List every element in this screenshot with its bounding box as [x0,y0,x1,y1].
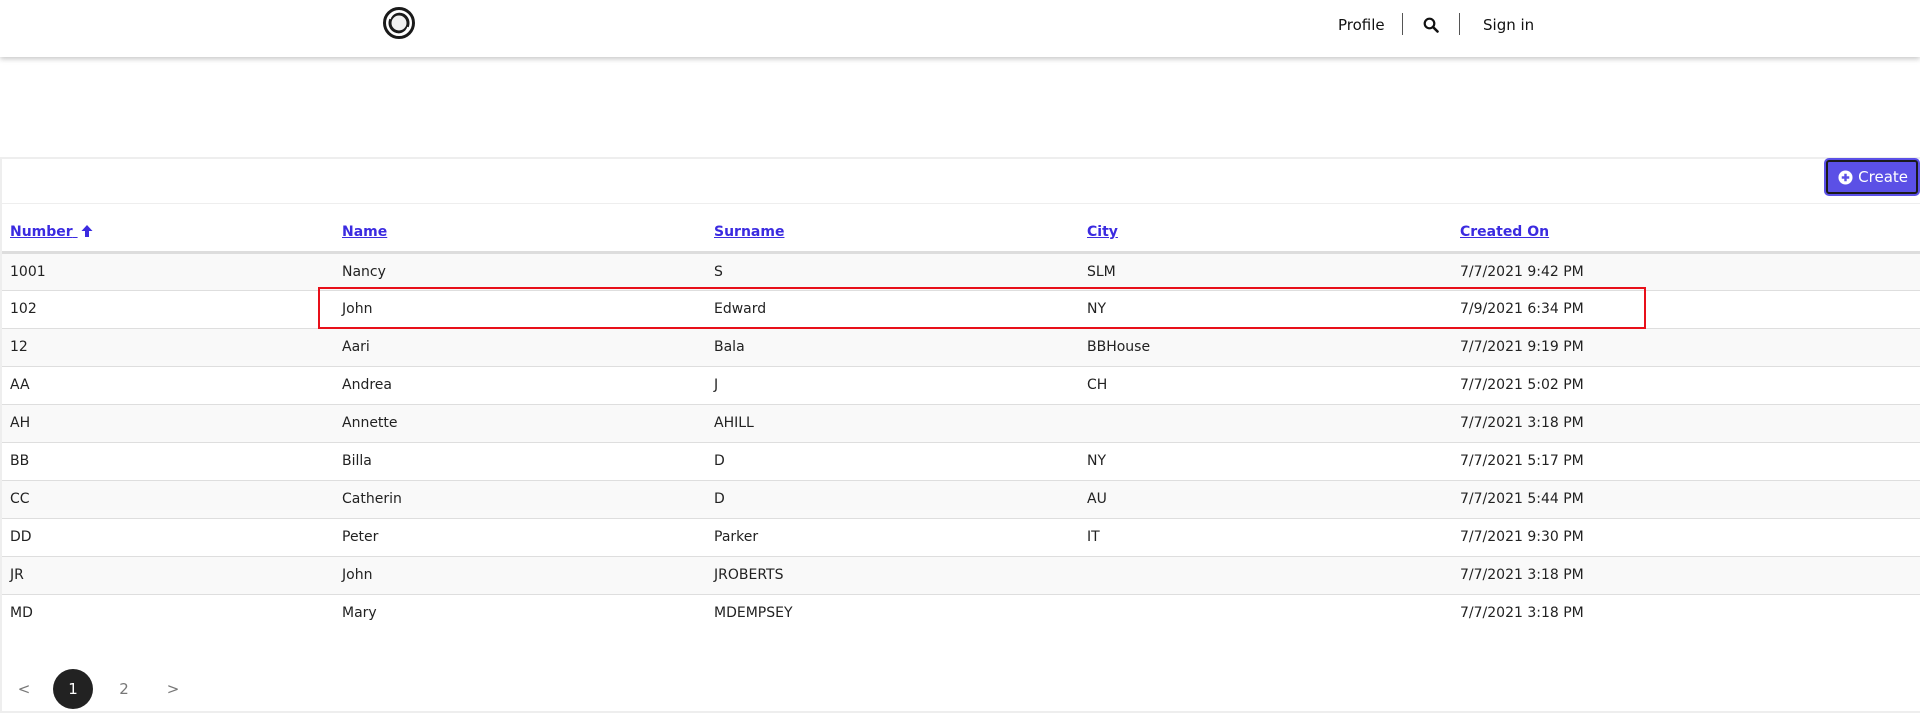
cell-surname: D [706,442,1079,481]
table-row[interactable]: AA Andrea J CH 7/7/2021 5:02 PM [2,366,1920,405]
cell-city: SLM [1079,252,1452,291]
cell-name: John [334,290,706,329]
nav-divider [1459,13,1460,35]
table-row[interactable]: DD Peter Parker IT 7/7/2021 9:30 PM [2,518,1920,557]
table-row[interactable]: 102 John Edward NY 7/9/2021 6:34 PM [2,290,1920,329]
column-header-name: Name [334,204,706,254]
cell-created-on: 7/7/2021 3:18 PM [1452,404,1920,443]
cell-city: NY [1079,290,1452,329]
cell-number: MD [2,594,334,632]
cell-surname: D [706,480,1079,519]
cell-surname: JROBERTS [706,556,1079,595]
sort-by-number-link[interactable]: Number [10,224,93,240]
plus-circle-icon [1838,169,1853,185]
cell-name: Annette [334,404,706,443]
table-header-row: Number Name Surname City Created On [2,204,1920,254]
create-button-label: Create [1858,168,1908,186]
pagination: < 1 2 > [2,669,302,709]
cell-created-on: 7/7/2021 5:44 PM [1452,480,1920,519]
cell-name: Catherin [334,480,706,519]
cell-city: CH [1079,366,1452,405]
sort-by-city-link[interactable]: City [1087,224,1118,240]
cell-surname: J [706,366,1079,405]
records-table: Number Name Surname City Created On 1001… [2,204,1920,632]
cell-number: 102 [2,290,334,329]
search-button[interactable] [1423,0,1439,50]
cell-surname: Bala [706,328,1079,367]
cell-name: Andrea [334,366,706,405]
cell-city: BBHouse [1079,328,1452,367]
cell-created-on: 7/7/2021 3:18 PM [1452,594,1920,632]
cell-city: NY [1079,442,1452,481]
cell-city: AU [1079,480,1452,519]
table-row[interactable]: AH Annette AHILL 7/7/2021 3:18 PM [2,404,1920,443]
cell-number: CC [2,480,334,519]
cell-number: AH [2,404,334,443]
ring-logo-icon[interactable] [382,6,416,40]
cell-name: Aari [334,328,706,367]
records-panel: Create Number Name Surname City Created … [0,157,1920,713]
next-page-button[interactable]: > [165,669,181,709]
cell-created-on: 7/7/2021 5:02 PM [1452,366,1920,405]
cell-number: BB [2,442,334,481]
sort-by-created-on-link[interactable]: Created On [1460,224,1549,240]
cell-created-on: 7/7/2021 5:17 PM [1452,442,1920,481]
column-header-city: City [1079,204,1452,254]
cell-name: Mary [334,594,706,632]
cell-name: Nancy [334,252,706,291]
sort-by-surname-link[interactable]: Surname [714,224,784,240]
cell-city [1079,404,1452,443]
nav-divider [1402,13,1403,35]
sort-by-name-link[interactable]: Name [342,224,387,240]
cell-name: Billa [334,442,706,481]
table-row[interactable]: MD Mary MDEMPSEY 7/7/2021 3:18 PM [2,594,1920,632]
cell-surname: AHILL [706,404,1079,443]
nav-profile[interactable]: Profile [1338,0,1385,50]
cell-number: AA [2,366,334,405]
table-row[interactable]: CC Catherin D AU 7/7/2021 5:44 PM [2,480,1920,519]
cell-city [1079,594,1452,632]
cell-name: John [334,556,706,595]
cell-created-on: 7/7/2021 3:18 PM [1452,556,1920,595]
cell-number: DD [2,518,334,557]
cell-city: IT [1079,518,1452,557]
cell-number: 1001 [2,252,334,291]
cell-number: 12 [2,328,334,367]
table-row[interactable]: JR John JROBERTS 7/7/2021 3:18 PM [2,556,1920,595]
prev-page-button[interactable]: < [16,669,32,709]
cell-created-on: 7/7/2021 9:19 PM [1452,328,1920,367]
table-row[interactable]: BB Billa D NY 7/7/2021 5:17 PM [2,442,1920,481]
cell-created-on: 7/7/2021 9:30 PM [1452,518,1920,557]
arrow-up-icon [81,225,93,238]
nav-sign-in[interactable]: Sign in [1483,0,1534,50]
column-header-created-on: Created On [1452,204,1920,254]
page-2-button[interactable]: 2 [114,669,134,709]
profile-link[interactable]: Profile [1338,16,1385,34]
search-icon[interactable] [1423,17,1439,33]
top-navbar: Profile Sign in [0,0,1920,57]
table-toolbar: Create [2,159,1920,204]
column-header-surname: Surname [706,204,1079,254]
page-1-button[interactable]: 1 [53,669,93,709]
table-row[interactable]: 12 Aari Bala BBHouse 7/7/2021 9:19 PM [2,328,1920,367]
cell-created-on: 7/9/2021 6:34 PM [1452,290,1920,329]
cell-created-on: 7/7/2021 9:42 PM [1452,252,1920,291]
cell-surname: Edward [706,290,1079,329]
table-row[interactable]: 1001 Nancy S SLM 7/7/2021 9:42 PM [2,252,1920,291]
cell-surname: S [706,252,1079,291]
sign-in-link[interactable]: Sign in [1483,16,1534,34]
cell-name: Peter [334,518,706,557]
cell-surname: MDEMPSEY [706,594,1079,632]
cell-surname: Parker [706,518,1079,557]
cell-number: JR [2,556,334,595]
cell-city [1079,556,1452,595]
column-header-number: Number [2,204,334,254]
create-button[interactable]: Create [1826,160,1918,194]
